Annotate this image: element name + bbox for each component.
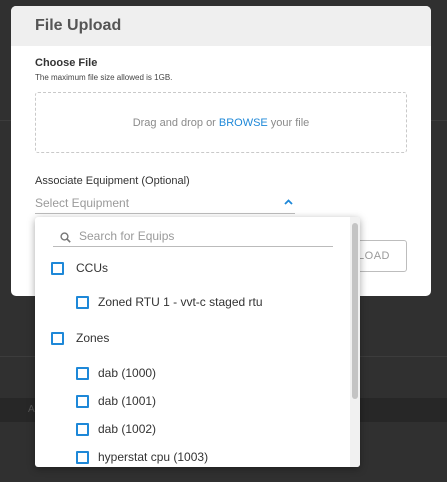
equipment-search[interactable] [53, 225, 333, 247]
option-label: dab (1001) [98, 394, 157, 408]
modal-title: File Upload [35, 17, 122, 34]
choose-file-label: Choose File [35, 57, 98, 69]
search-icon [60, 230, 71, 248]
option-label: dab (1002) [98, 422, 157, 436]
checkbox[interactable] [76, 450, 89, 464]
browse-link[interactable]: BROWSE [219, 117, 268, 129]
associate-equipment-label: Associate Equipment (Optional) [35, 175, 190, 187]
checkbox[interactable] [76, 366, 89, 380]
option-zoned-rtu-1[interactable]: Zoned RTU 1 - vvt-c staged rtu [76, 295, 263, 309]
option-label: dab (1000) [98, 366, 157, 380]
modal-header: File Upload [11, 6, 431, 46]
option-hyperstat-cpu-1003[interactable]: hyperstat cpu (1003) [76, 450, 208, 464]
max-file-size-note: The maximum file size allowed is 1GB. [35, 73, 173, 82]
file-dropzone[interactable]: Drag and drop or BROWSE your file [35, 92, 407, 153]
checkbox[interactable] [76, 295, 89, 309]
equipment-select[interactable]: Select Equipment [35, 193, 295, 214]
option-label: CCUs [76, 261, 108, 275]
group-option-ccus[interactable]: CCUs [51, 261, 108, 275]
dropzone-text-after: your file [270, 116, 310, 129]
option-dab-1002[interactable]: dab (1002) [76, 422, 156, 436]
option-label: Zoned RTU 1 - vvt-c staged rtu [98, 295, 263, 309]
group-option-zones[interactable]: Zones [51, 331, 109, 345]
equipment-dropdown: CCUs Zoned RTU 1 - vvt-c staged rtu Zone… [35, 217, 360, 467]
chevron-up-icon[interactable] [284, 196, 293, 208]
equipment-select-placeholder: Select Equipment [35, 196, 130, 210]
checkbox[interactable] [76, 394, 89, 408]
checkbox[interactable] [51, 261, 64, 275]
option-dab-1000[interactable]: dab (1000) [76, 366, 156, 380]
option-label: Zones [76, 331, 110, 345]
dropzone-text-before: Drag and drop or [132, 116, 216, 129]
background-column-initial: A [28, 404, 35, 415]
option-label: hyperstat cpu (1003) [98, 450, 209, 464]
option-dab-1001[interactable]: dab (1001) [76, 394, 156, 408]
checkbox[interactable] [76, 422, 89, 436]
search-input[interactable] [79, 226, 329, 246]
dropdown-scrollbar-thumb[interactable] [352, 223, 358, 399]
checkbox[interactable] [51, 331, 64, 345]
